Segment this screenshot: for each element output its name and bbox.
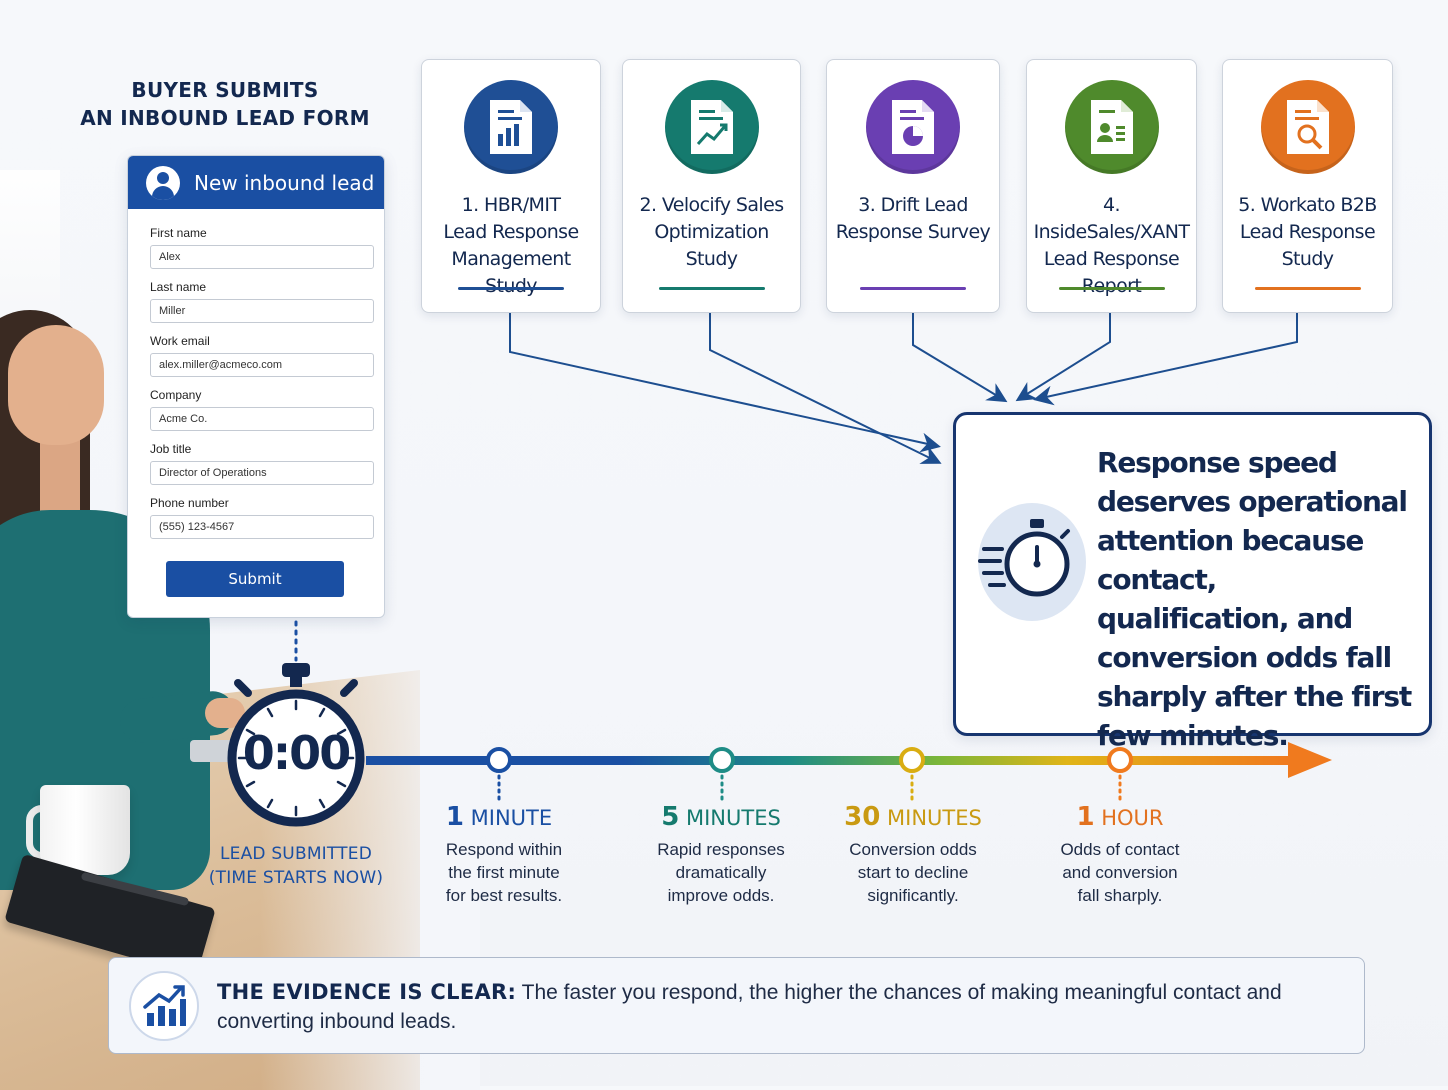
arrow-study-3: [912, 313, 1008, 403]
study-accent-bar-4: [1058, 287, 1165, 290]
person-arm: [118, 689, 237, 745]
timeline-markers: [486, 747, 1133, 773]
arrow-study-1: [509, 313, 941, 453]
study-accent-bar-2: [658, 287, 765, 290]
coffee-mug: [40, 785, 130, 875]
company-label: Company: [150, 388, 202, 402]
bar-chart-document-icon: [464, 80, 558, 174]
person-hair: [0, 310, 90, 530]
arrow-study-2: [709, 313, 942, 464]
milestone-desc-4: Odds of contact and conversion fall shar…: [1060, 840, 1180, 905]
last-name-label: Last name: [150, 280, 207, 294]
evidence-banner: THE EVIDENCE IS CLEAR: The faster you re…: [108, 957, 1365, 1054]
form-heading-line2: AN INBOUND LEAD FORM: [80, 106, 370, 130]
milestone-title-1: 1 MINUTE: [445, 802, 553, 832]
stopwatch-icon: [978, 503, 1086, 621]
company-input[interactable]: [150, 407, 374, 431]
arrow-study-5: [1033, 313, 1298, 406]
study-label-2: 2. Velocify Sales Optimization Study: [639, 194, 784, 270]
form-heading: BUYER SUBMITS AN INBOUND LEAD FORM: [80, 76, 370, 132]
job-title-label: Job title: [150, 442, 192, 456]
milestone-title-3: 30 MINUTES: [844, 802, 982, 832]
study-label-1: 1. HBR/MIT Lead Response Management Stud…: [443, 194, 579, 297]
timer-caption: LEAD SUBMITTED (TIME STARTS NOW): [208, 844, 384, 888]
evidence-text: THE EVIDENCE IS CLEAR: The faster you re…: [217, 978, 1337, 1036]
submit-button[interactable]: Submit: [166, 561, 344, 597]
growth-chart-icon: [129, 971, 199, 1041]
person-neck: [40, 435, 80, 515]
study-card-3: 3. Drift Lead Response Survey: [826, 59, 1000, 313]
study-card-1: 1. HBR/MIT Lead Response Management Stud…: [421, 59, 601, 313]
milestone-desc-1: Respond within the first minute for best…: [445, 840, 563, 905]
conclusion-text: Response speed deserves operational atte…: [1097, 446, 1412, 752]
study-accent-bar-5: [1254, 287, 1361, 290]
first-name-input[interactable]: [150, 245, 374, 269]
form-fields: First name Last name Work email Company …: [128, 209, 384, 547]
milestone-desc-3: Conversion odds start to decline signifi…: [849, 840, 977, 905]
timeline-bar: [366, 756, 1288, 765]
conclusion-box: Response speed deserves operational atte…: [953, 412, 1432, 752]
window-light: [0, 170, 60, 470]
study-card-2: 2. Velocify Sales Optimization Study: [622, 59, 801, 313]
milestone-desc-2: Rapid responses dramatically improve odd…: [657, 840, 785, 905]
phone-number-input[interactable]: [150, 515, 374, 539]
timer-readout: 0:00: [242, 726, 351, 780]
study-label-4: 4. InsideSales/XANT Lead Response Report: [1033, 194, 1190, 297]
study-accent-bar-1: [458, 287, 564, 290]
job-title-input[interactable]: [150, 461, 374, 485]
trend-chart-document-icon: [664, 80, 759, 174]
last-name-input[interactable]: [150, 299, 374, 323]
form-title: New inbound lead: [194, 170, 375, 195]
milestone-title-4: 1 HOUR: [1076, 802, 1164, 832]
magnifier-document-icon: [1260, 80, 1355, 174]
phone-number-label: Phone number: [150, 496, 229, 510]
work-email-label: Work email: [150, 334, 210, 348]
work-email-input[interactable]: [150, 353, 374, 377]
form-heading-line1: BUYER SUBMITS: [131, 78, 319, 102]
study-label-5: 5. Workato B2B Lead Response Study: [1238, 194, 1377, 270]
pen: [80, 871, 190, 907]
lead-form: New inbound lead First name Last name Wo…: [127, 155, 385, 618]
person-head: [8, 325, 104, 445]
study-card-5: 5. Workato B2B Lead Response Study: [1222, 59, 1393, 313]
study-accent-bar-3: [860, 287, 966, 290]
profile-report-icon: [1064, 80, 1159, 174]
first-name-label: First name: [150, 226, 207, 240]
study-label-3: 3. Drift Lead Response Survey: [835, 194, 991, 243]
evidence-lead: THE EVIDENCE IS CLEAR:: [217, 980, 517, 1004]
milestone-title-2: 5 MINUTES: [661, 802, 781, 832]
mug-handle: [26, 805, 66, 859]
form-header: New inbound lead: [128, 156, 384, 209]
user-avatar-icon: [146, 165, 180, 200]
pie-chart-document-icon: [866, 80, 960, 174]
arrow-study-4: [1015, 313, 1111, 402]
study-card-4: 4. InsideSales/XANT Lead Response Report: [1026, 59, 1197, 313]
